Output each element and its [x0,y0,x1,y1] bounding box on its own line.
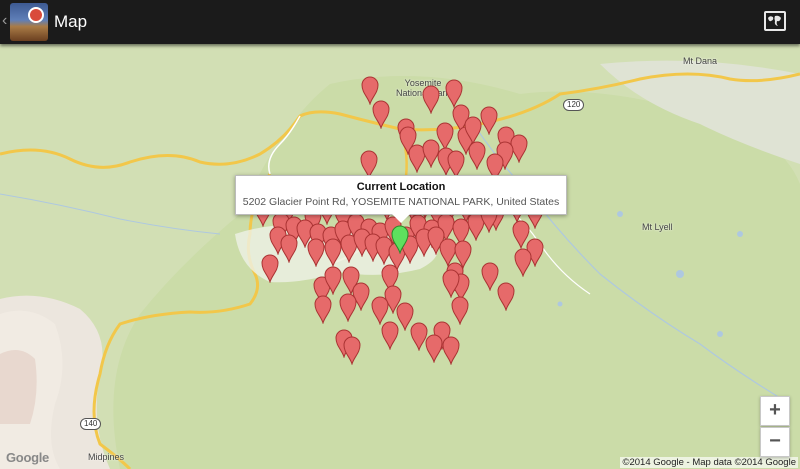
map-marker-pin-icon[interactable] [514,247,532,278]
highway-140-shield: 140 [80,418,102,430]
map-marker-pin-icon[interactable] [324,265,342,296]
map-marker-pin-icon[interactable] [422,84,440,115]
highway-120-shield: 120 [563,99,585,111]
info-window-title: Current Location [356,181,446,193]
map-marker-pin-icon[interactable] [497,281,515,312]
map-view[interactable]: Yosemite National Park Mt Dana Mt Lyell … [0,44,800,469]
map-marker-pin-icon[interactable] [425,333,443,364]
map-view-icon[interactable] [764,11,786,31]
map-marker-pin-icon[interactable] [314,294,332,325]
map-marker-pin-icon[interactable] [451,295,469,326]
map-marker-pin-icon[interactable] [372,99,390,130]
map-marker-pin-icon[interactable] [468,140,486,171]
zoom-out-button[interactable]: − [760,427,790,457]
label-midpines: Midpines [88,452,125,462]
action-bar: ‹ Map [0,0,800,44]
map-marker-pin-icon[interactable] [339,292,357,323]
info-window[interactable]: Current Location 5202 Glacier Point Rd, … [235,175,567,223]
map-marker-pin-icon[interactable] [442,268,460,299]
info-window-tail [392,214,410,223]
flag-icon [28,7,44,23]
map-marker-pin-icon[interactable] [280,233,298,264]
back-icon[interactable]: ‹ [2,12,7,30]
map-marker-pin-icon[interactable] [343,335,361,366]
map-marker-pin-icon[interactable] [261,253,279,284]
current-location-pin-icon[interactable] [391,224,409,255]
label-mt-lyell: Mt Lyell [642,222,673,232]
zoom-in-button[interactable]: + [760,396,790,426]
map-attribution: ©2014 Google - Map data ©2014 Google [620,457,798,468]
info-window-address: 5202 Glacier Point Rd, YOSEMITE NATIONAL… [242,196,560,208]
app-icon[interactable] [10,3,48,41]
google-logo: Google [6,450,49,465]
map-marker-pin-icon[interactable] [381,320,399,351]
map-marker-pin-icon[interactable] [442,335,460,366]
map-marker-pin-icon[interactable] [307,237,325,268]
map-marker-pin-icon[interactable] [480,105,498,136]
label-mt-dana: Mt Dana [683,56,718,66]
page-title: Map [54,12,88,31]
